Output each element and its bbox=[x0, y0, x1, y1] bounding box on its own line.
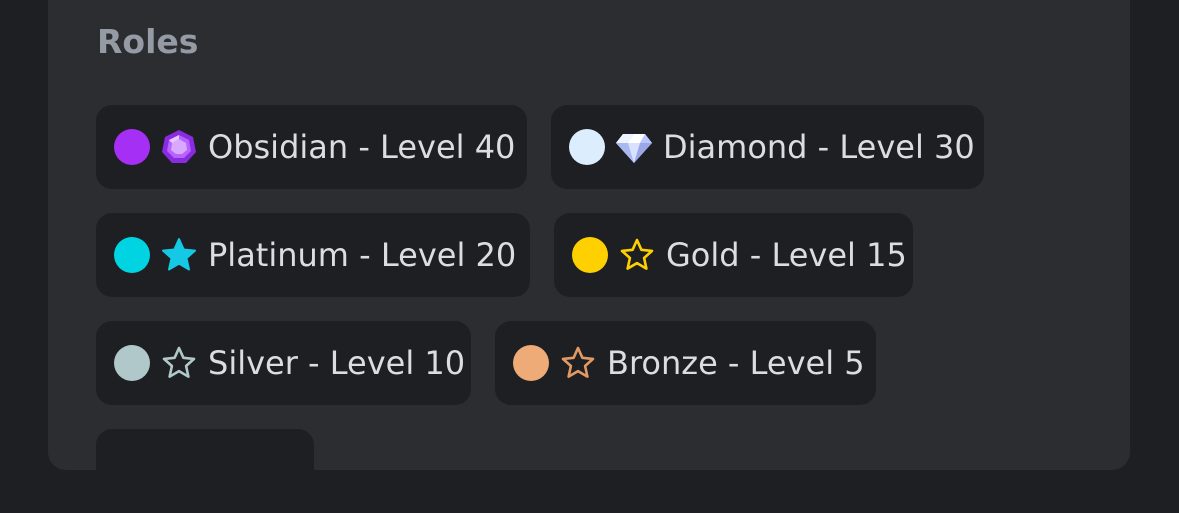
gold-star-outline-icon bbox=[620, 238, 654, 270]
role-chip-gold[interactable]: Gold - Level 15 bbox=[554, 213, 913, 297]
roles-heading: Roles bbox=[97, 22, 199, 61]
role-color-dot bbox=[114, 345, 150, 381]
role-label: Bronze - Level 5 bbox=[607, 344, 865, 382]
silver-star-outline-icon bbox=[162, 346, 196, 378]
role-chip-silver[interactable]: Silver - Level 10 bbox=[96, 321, 471, 405]
bronze-star-outline-icon bbox=[561, 346, 595, 378]
role-chip-diamond[interactable]: Diamond - Level 30 bbox=[551, 105, 984, 189]
role-chip-bronze[interactable]: Bronze - Level 5 bbox=[495, 321, 876, 405]
purple-gem-icon bbox=[162, 130, 196, 163]
role-color-dot bbox=[114, 129, 150, 165]
role-label: Obsidian - Level 40 bbox=[208, 128, 516, 166]
role-label: Diamond - Level 30 bbox=[663, 128, 975, 166]
role-color-dot bbox=[114, 237, 150, 273]
role-label: Gold - Level 15 bbox=[666, 236, 907, 274]
role-chip-partial[interactable] bbox=[96, 429, 314, 513]
role-chip-obsidian[interactable]: Obsidian - Level 40 bbox=[96, 105, 527, 189]
role-label: Platinum - Level 20 bbox=[208, 236, 517, 274]
role-color-dot bbox=[569, 129, 605, 165]
role-chip-platinum[interactable]: Platinum - Level 20 bbox=[96, 213, 530, 297]
diamond-icon bbox=[616, 134, 652, 163]
role-label: Silver - Level 10 bbox=[208, 344, 466, 382]
role-color-dot bbox=[572, 237, 608, 273]
blue-star-icon bbox=[162, 238, 196, 271]
role-color-dot bbox=[513, 345, 549, 381]
